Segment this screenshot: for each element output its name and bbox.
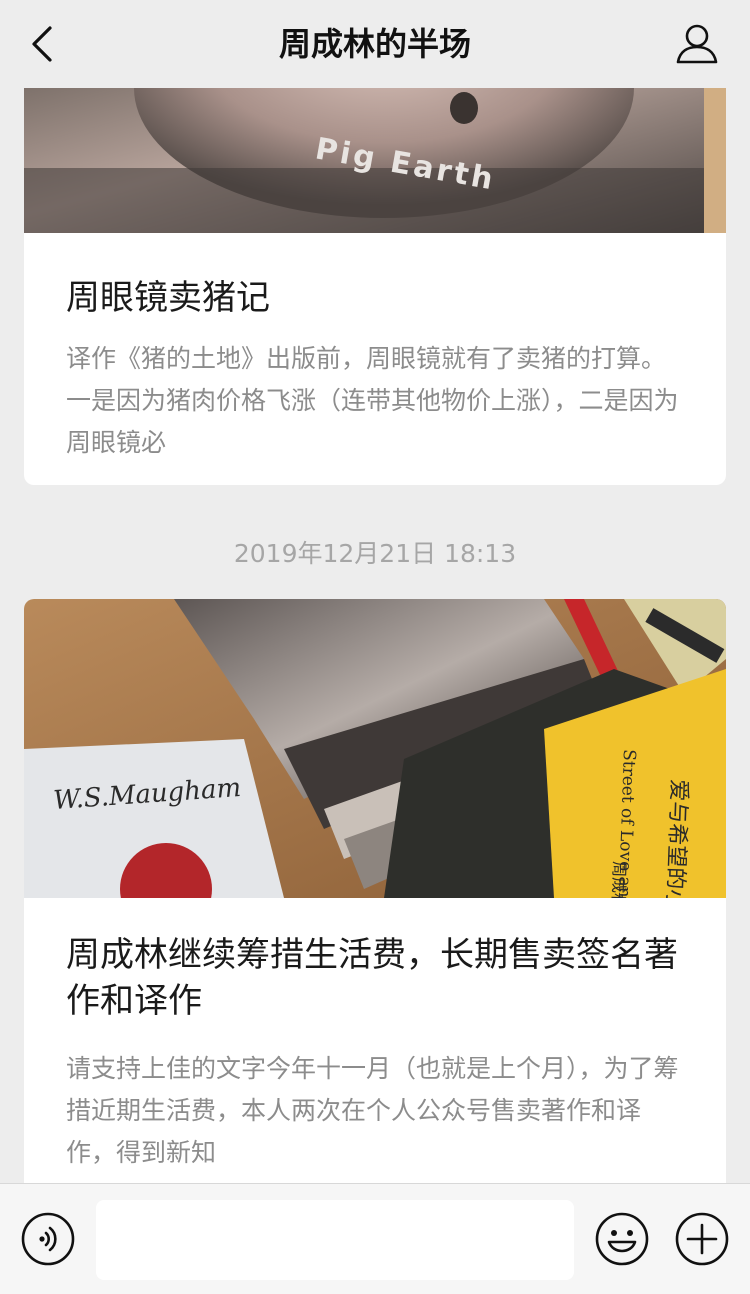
emoji-button[interactable] <box>594 1211 650 1267</box>
voice-icon <box>21 1212 75 1266</box>
article-card[interactable]: W.S.Maugham Street of Love and Hope 爱与希望… <box>24 599 726 1183</box>
message-timestamp: 2019年12月21日 18:13 <box>233 539 517 568</box>
article-digest: 请支持上佳的文字今年十一月（也就是上个月），为了筹措近期生活费，本人两次在个人公… <box>66 1054 679 1167</box>
message-input-bar <box>0 1183 750 1294</box>
profile-button[interactable] <box>674 22 720 66</box>
article-cover-image: Pig Earth <box>24 88 726 233</box>
page-title: 周成林的半场 <box>278 25 471 63</box>
app-screen: 周成林的半场 Pig Earth 周眼镜卖猪记 译作《猪的土地》出版前，周眼镜就… <box>0 0 750 1294</box>
article-title: 周眼镜卖猪记 <box>66 278 270 318</box>
more-options-button[interactable] <box>674 1211 730 1267</box>
article-card[interactable]: Pig Earth 周眼镜卖猪记 译作《猪的土地》出版前，周眼镜就有了卖猪的打算… <box>24 88 726 485</box>
message-text-input[interactable] <box>96 1200 574 1280</box>
voice-input-button[interactable] <box>20 1211 76 1267</box>
person-icon <box>676 24 718 64</box>
message-feed[interactable]: Pig Earth 周眼镜卖猪记 译作《猪的土地》出版前，周眼镜就有了卖猪的打算… <box>0 88 750 1183</box>
article-digest: 译作《猪的土地》出版前，周眼镜就有了卖猪的打算。一是因为猪肉价格飞涨（连带其他物… <box>66 344 679 457</box>
emoji-icon <box>595 1212 649 1266</box>
yellow-book-author: 周成林 <box>608 861 629 898</box>
article-cover-image: W.S.Maugham Street of Love and Hope 爱与希望… <box>24 599 726 898</box>
article-title: 周成林继续筹措生活费，长期售卖签名著作和译作 <box>66 935 678 1021</box>
top-navigation-bar: 周成林的半场 <box>0 0 750 88</box>
plus-icon <box>675 1212 729 1266</box>
